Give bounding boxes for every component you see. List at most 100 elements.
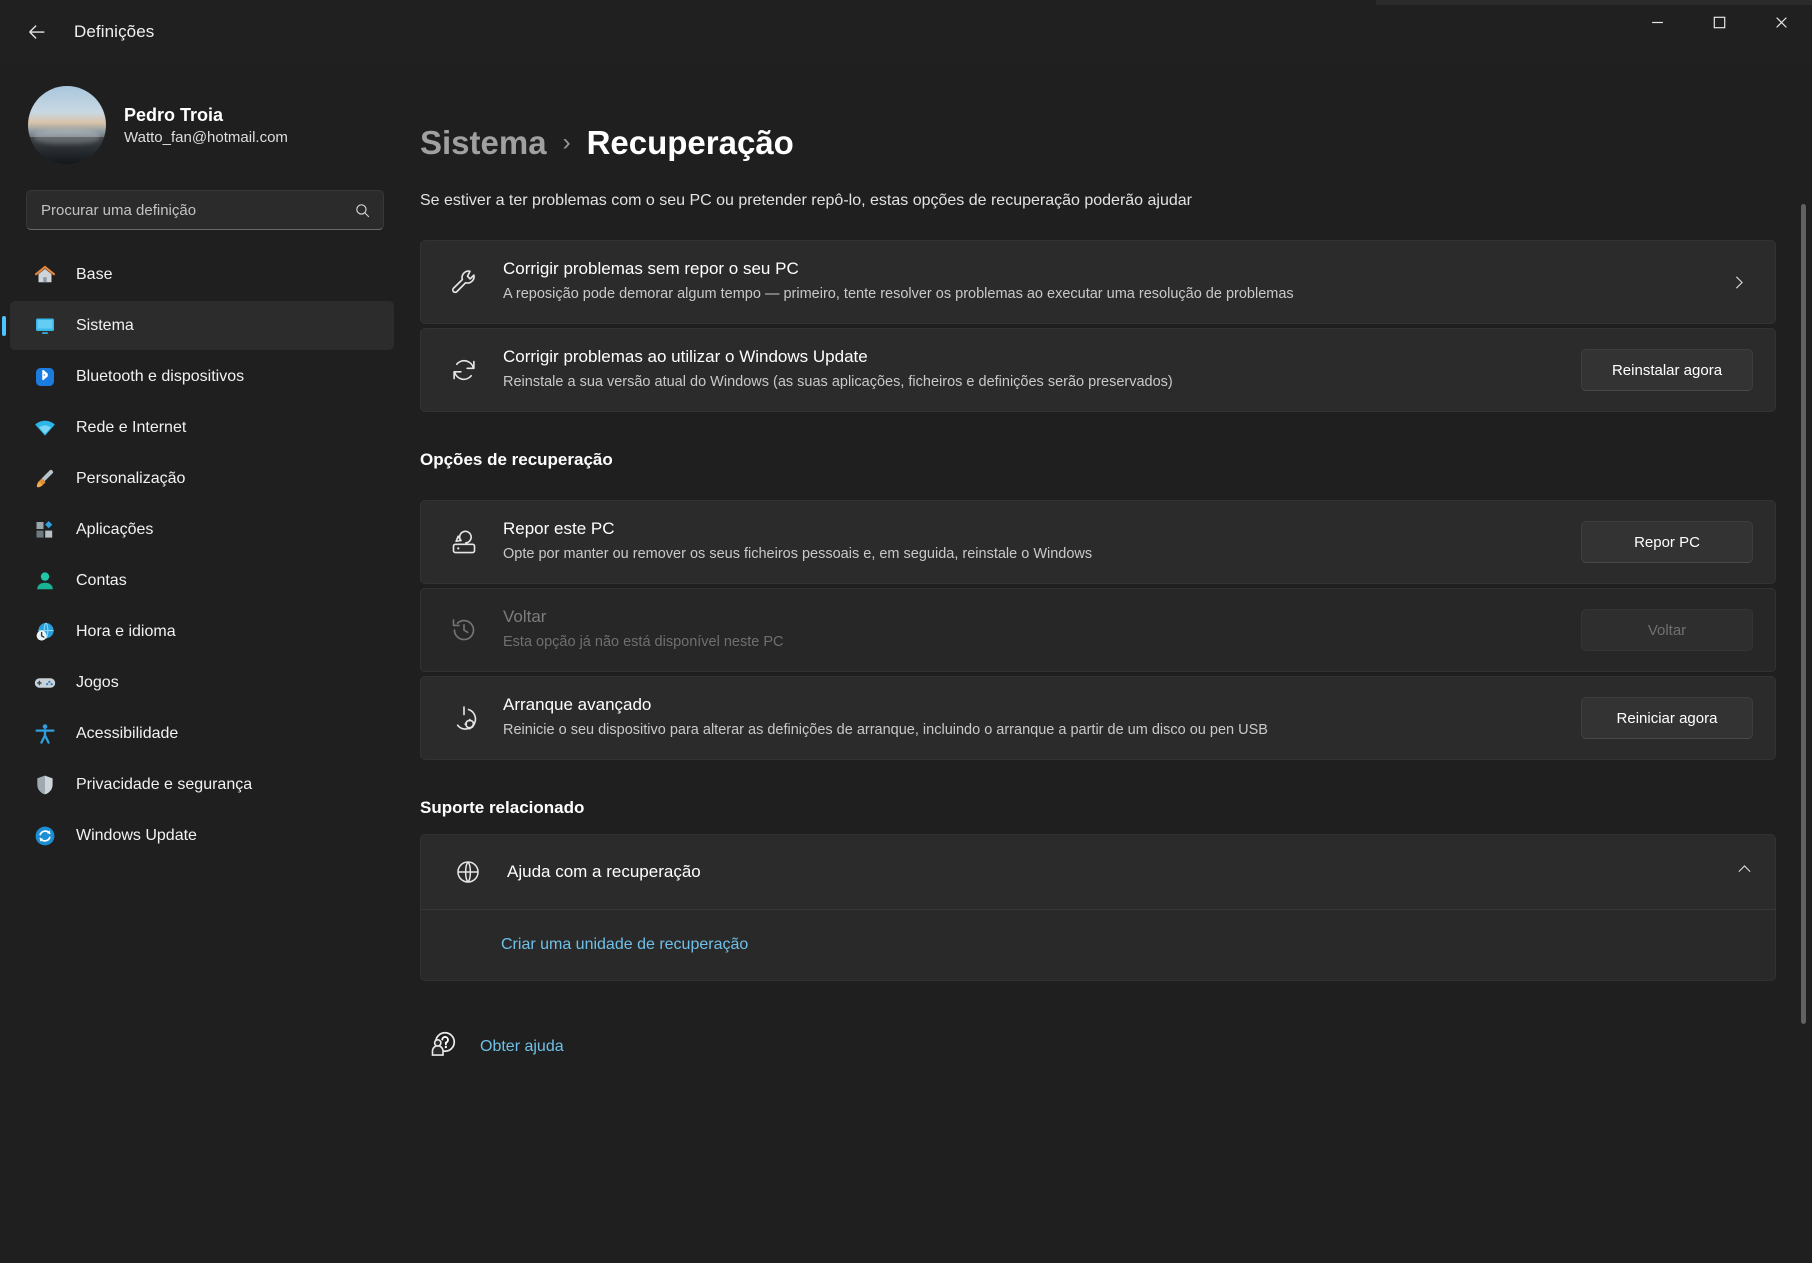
get-help-link[interactable]: Obter ajuda [480,1038,564,1056]
sidebar-item-bluetooth[interactable]: Bluetooth e dispositivos [10,352,394,401]
sidebar-item-rede[interactable]: Rede e Internet [10,403,394,452]
recovery-options-heading: Opções de recuperação [420,450,1776,470]
back-arrow-icon [26,21,48,43]
minimize-icon [1651,16,1664,29]
update-icon [32,823,58,849]
related-support-heading: Suporte relacionado [420,798,1776,818]
sidebar-item-label: Jogos [76,674,119,692]
window-body: Pedro Troia Watto_fan@hotmail.com Base [0,64,1812,1263]
create-recovery-drive-link[interactable]: Criar uma unidade de recuperação [501,936,748,953]
sidebar-item-label: Aplicações [76,521,153,539]
card-advanced-startup: Arranque avançado Reinicie o seu disposi… [420,676,1776,760]
sidebar-item-hora-idioma[interactable]: Hora e idioma [10,607,394,656]
card-text: Arranque avançado Reinicie o seu disposi… [503,695,1559,741]
card-reset-this-pc: Repor este PC Opte por manter ou remover… [420,500,1776,584]
sidebar-item-acessibilidade[interactable]: Acessibilidade [10,709,394,758]
main-scrollbar[interactable] [1801,204,1806,1104]
sidebar-item-label: Hora e idioma [76,623,176,641]
maximize-icon [1713,16,1726,29]
recovery-help-expander: Ajuda com a recuperação Criar uma unidad… [420,834,1776,981]
wrench-icon [447,265,481,299]
search-input[interactable] [41,202,354,219]
card-fix-problems-windows-update: Corrigir problemas ao utilizar o Windows… [420,328,1776,412]
card-title: Arranque avançado [503,695,1559,715]
sidebar-item-label: Rede e Internet [76,419,186,437]
card-title: Corrigir problemas sem repor o seu PC [503,259,1701,279]
gamepad-icon [32,670,58,696]
title-bar: Definições [0,0,1812,64]
profile-email: Watto_fan@hotmail.com [124,129,288,146]
apps-icon [32,517,58,543]
shield-icon [32,772,58,798]
sidebar-item-label: Acessibilidade [76,725,178,743]
back-button[interactable] [16,11,58,53]
sidebar-item-personalizacao[interactable]: Personalização [10,454,394,503]
sidebar-item-label: Sistema [76,317,134,335]
card-subtitle: A reposição pode demorar algum tempo — p… [503,284,1701,305]
recovery-help-expander-header[interactable]: Ajuda com a recuperação [421,835,1775,909]
breadcrumb-separator-icon: › [563,129,571,157]
card-subtitle: Reinicie o seu dispositivo para alterar … [503,720,1559,741]
maximize-button[interactable] [1688,0,1750,44]
card-subtitle: Esta opção já não está disponível neste … [503,632,1559,653]
user-profile[interactable]: Pedro Troia Watto_fan@hotmail.com [0,64,402,182]
expander-title: Ajuda com a recuperação [507,862,1714,882]
recovery-card-list: Repor este PC Opte por manter ou remover… [420,500,1776,760]
chevron-up-icon[interactable] [1736,861,1753,883]
clock-globe-icon [32,619,58,645]
sidebar-nav: Base Sistema Bluetooth e dispositivos [0,250,402,860]
window-caption-buttons [1626,0,1812,44]
reinstall-now-button[interactable]: Reinstalar agora [1581,349,1753,391]
card-fix-problems-without-reset[interactable]: Corrigir problemas sem repor o seu PC A … [420,240,1776,324]
minimize-button[interactable] [1626,0,1688,44]
sidebar: Pedro Troia Watto_fan@hotmail.com Base [0,64,420,1263]
sidebar-item-label: Contas [76,572,127,590]
reset-pc-icon [447,525,481,559]
get-help-row[interactable]: Obter ajuda [428,1029,1776,1064]
card-subtitle: Opte por manter ou remover os seus fiche… [503,544,1559,565]
card-text: Repor este PC Opte por manter ou remover… [503,519,1559,565]
search-icon [354,202,371,219]
card-text: Voltar Esta opção já não está disponível… [503,607,1559,653]
sidebar-item-jogos[interactable]: Jogos [10,658,394,707]
advanced-startup-icon [447,701,481,735]
sidebar-item-sistema[interactable]: Sistema [10,301,394,350]
restart-now-button[interactable]: Reiniciar agora [1581,697,1753,739]
chevron-right-icon[interactable] [1723,274,1753,291]
avatar [28,86,106,164]
close-button[interactable] [1750,0,1812,44]
sidebar-item-windows-update[interactable]: Windows Update [10,811,394,860]
sidebar-item-base[interactable]: Base [10,250,394,299]
card-go-back: Voltar Esta opção já não está disponível… [420,588,1776,672]
main-content: Sistema › Recuperação Se estiver a ter p… [420,64,1812,1263]
card-subtitle: Reinstale a sua versão atual do Windows … [503,372,1559,393]
page-title: Recuperação [587,124,794,162]
sidebar-item-privacidade[interactable]: Privacidade e segurança [10,760,394,809]
card-title: Corrigir problemas ao utilizar o Windows… [503,347,1559,367]
sidebar-item-label: Bluetooth e dispositivos [76,368,244,386]
sidebar-item-contas[interactable]: Contas [10,556,394,605]
bluetooth-icon [32,364,58,390]
get-help-icon [428,1029,458,1064]
reset-pc-button[interactable]: Repor PC [1581,521,1753,563]
display-icon [32,313,58,339]
settings-window: Definições Pedro Troia Watto_fan@hotmail… [0,0,1812,1263]
page-description: Se estiver a ter problemas com o seu PC … [420,192,1776,210]
card-text: Corrigir problemas sem repor o seu PC A … [503,259,1701,305]
sidebar-item-label: Privacidade e segurança [76,776,252,794]
history-icon [447,613,481,647]
sidebar-item-label: Base [76,266,112,284]
breadcrumb: Sistema › Recuperação [420,124,1776,162]
sidebar-item-aplicacoes[interactable]: Aplicações [10,505,394,554]
globe-help-icon [451,855,485,889]
close-icon [1775,16,1788,29]
profile-name: Pedro Troia [124,105,288,126]
refresh-icon [447,353,481,387]
accessibility-icon [32,721,58,747]
scrollbar-thumb[interactable] [1801,204,1806,1024]
app-title: Definições [74,22,154,42]
account-icon [32,568,58,594]
search-box[interactable] [26,190,384,230]
card-text: Corrigir problemas ao utilizar o Windows… [503,347,1559,393]
breadcrumb-parent[interactable]: Sistema [420,124,547,162]
